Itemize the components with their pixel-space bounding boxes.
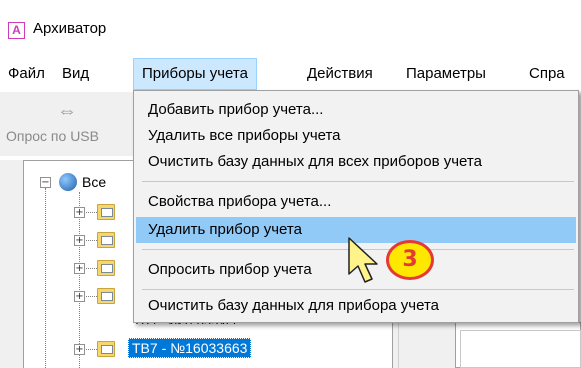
device-icon bbox=[97, 232, 115, 248]
usb-icon: ⇔ bbox=[57, 100, 77, 122]
menu-delete-all-devices[interactable]: Удалить все приборы учета bbox=[136, 123, 576, 149]
device-icon bbox=[97, 260, 115, 276]
app-icon: A bbox=[8, 22, 25, 39]
device-icon bbox=[97, 204, 115, 220]
toolbar: ⇔ Опрос по USB bbox=[0, 92, 140, 156]
menu-file[interactable]: Файл bbox=[8, 58, 45, 90]
menu-help[interactable]: Спра bbox=[529, 58, 565, 90]
title-bar: A Архиватор bbox=[0, 0, 581, 54]
devices-dropdown-menu: Добавить прибор учета... Удалить все при… bbox=[133, 90, 579, 323]
expand-icon[interactable]: + bbox=[74, 344, 85, 355]
expand-icon[interactable]: + bbox=[74, 207, 85, 218]
collapse-root-icon[interactable]: − bbox=[40, 177, 51, 188]
menu-clear-all-databases[interactable]: Очистить базу данных для всех приборов у… bbox=[136, 149, 576, 175]
menu-settings[interactable]: Параметры bbox=[406, 58, 486, 90]
tree-connector bbox=[45, 188, 46, 368]
menu-bar: Файл Вид Приборы учета Действия Параметр… bbox=[0, 58, 581, 90]
tree-item-selected[interactable]: ТВ7 - №16033663 bbox=[128, 338, 252, 358]
step-badge: 3 bbox=[386, 240, 434, 280]
details-frame bbox=[460, 330, 581, 368]
expand-icon[interactable]: + bbox=[74, 291, 85, 302]
tree-root-label[interactable]: Все bbox=[82, 174, 106, 190]
menu-device-properties[interactable]: Свойства прибора учета... bbox=[136, 189, 576, 215]
menu-actions[interactable]: Действия bbox=[307, 58, 373, 90]
menu-separator bbox=[142, 181, 574, 182]
globe-icon bbox=[59, 173, 77, 191]
menu-view[interactable]: Вид bbox=[62, 58, 89, 90]
expand-icon[interactable]: + bbox=[74, 235, 85, 246]
menu-clear-device-database[interactable]: Очистить базу данных для прибора учета bbox=[136, 293, 576, 319]
expand-icon[interactable]: + bbox=[74, 263, 85, 274]
window-title: Архиватор bbox=[33, 20, 107, 37]
menu-add-device[interactable]: Добавить прибор учета... bbox=[136, 97, 576, 123]
device-icon bbox=[97, 288, 115, 304]
menu-devices[interactable]: Приборы учета bbox=[133, 58, 257, 90]
tree-connector bbox=[79, 192, 80, 368]
menu-separator bbox=[142, 289, 574, 290]
usb-poll-button[interactable]: Опрос по USB bbox=[6, 128, 99, 144]
mouse-cursor-icon bbox=[348, 237, 378, 283]
device-icon bbox=[97, 341, 115, 357]
